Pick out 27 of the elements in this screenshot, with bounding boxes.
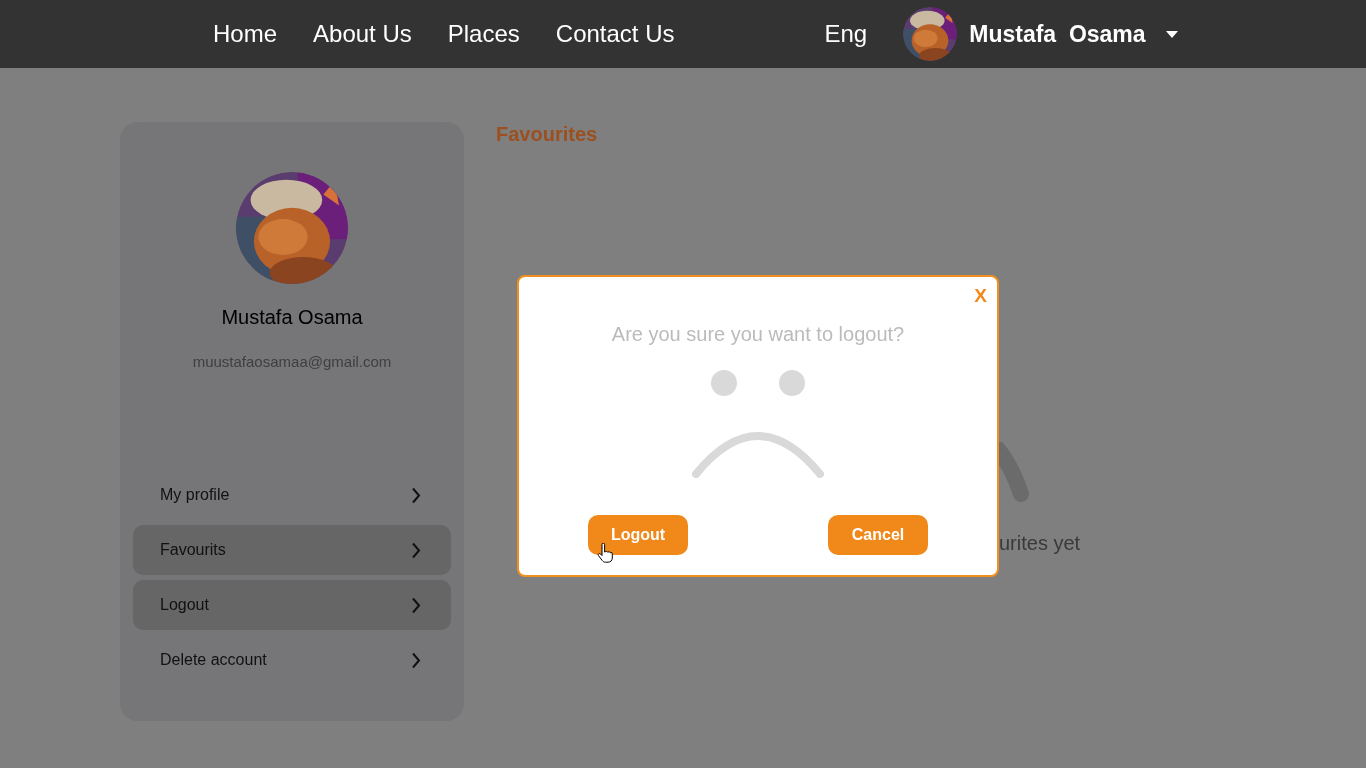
- profile-name: Mustafa Osama: [221, 306, 363, 329]
- chevron-right-icon: [411, 541, 421, 559]
- language-link[interactable]: Eng: [824, 20, 868, 48]
- close-button[interactable]: X: [974, 285, 987, 307]
- chevron-right-icon: [411, 486, 421, 504]
- nav-link[interactable]: Contact Us: [555, 20, 675, 48]
- chevron-right-icon: [411, 651, 421, 669]
- menu-item[interactable]: Logout: [133, 580, 451, 630]
- empty-message: urites yet: [999, 532, 1081, 555]
- user-name[interactable]: Mustafa Osama: [969, 20, 1146, 48]
- frown-icon: [692, 432, 824, 478]
- dialog-button[interactable]: Logout: [588, 515, 688, 555]
- nav-link[interactable]: About Us: [313, 20, 412, 48]
- eye-icon: [711, 370, 737, 396]
- eye-icon: [779, 370, 805, 396]
- dialog-button[interactable]: Cancel: [828, 515, 928, 555]
- nav-link[interactable]: Home: [213, 20, 278, 48]
- chevron-right-icon: [411, 596, 421, 614]
- hand-cursor-icon: [597, 543, 613, 563]
- dialog-question: Are you sure you want to logout?: [611, 323, 905, 346]
- profile-email: muustafaosamaa@gmail.com: [192, 353, 392, 370]
- menu-item[interactable]: Favourits: [133, 525, 451, 575]
- nav-link[interactable]: Places: [447, 20, 520, 48]
- menu-item[interactable]: Delete account: [133, 635, 451, 685]
- section-title: Favourites: [496, 123, 599, 146]
- menu-item[interactable]: My profile: [133, 470, 451, 520]
- caret-icon[interactable]: [1165, 30, 1178, 38]
